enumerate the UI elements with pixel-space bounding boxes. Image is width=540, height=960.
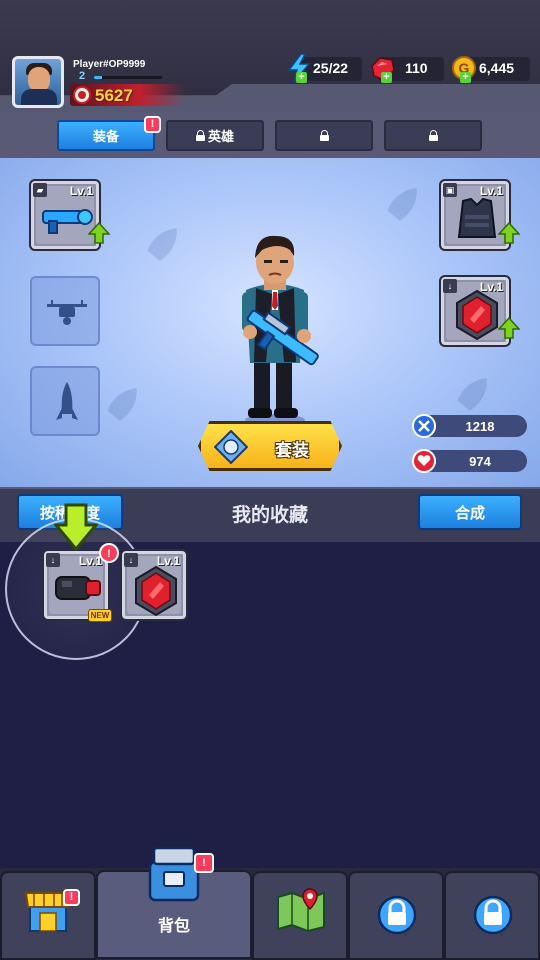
player-level: 2 — [79, 70, 86, 82]
player-avatar[interactable] — [12, 56, 64, 108]
tutorial-pointer-arrow-icon — [54, 503, 98, 551]
vest-icon — [457, 197, 497, 238]
cannon-icon — [55, 576, 101, 600]
upgrade-arrow-icon — [88, 222, 110, 244]
energy-value: 25/22 — [313, 60, 349, 76]
upgrade-arrow-icon — [498, 222, 520, 244]
map-icon — [277, 888, 325, 933]
rocket-bg-icon — [147, 228, 177, 261]
coins-value: 6,445 — [479, 60, 515, 76]
tab-hero[interactable]: 英雄 — [166, 120, 264, 151]
backpack-icon — [148, 846, 200, 902]
upgrade-arrow-icon — [498, 317, 520, 339]
weapon-level: Lv.1 — [69, 184, 93, 198]
alert-badge-icon: ! — [99, 543, 119, 563]
item-type-icon: ↓ — [46, 553, 60, 567]
heart-icon — [412, 449, 436, 473]
weapon-type-icon: ▰ — [33, 183, 47, 197]
nav-shop[interactable] — [0, 871, 96, 960]
gems-value: 110 — [405, 60, 428, 76]
suit-badge-icon — [214, 430, 248, 464]
hero-character[interactable] — [220, 228, 330, 428]
tab-equipment[interactable]: 装备 — [57, 120, 155, 151]
rocket-bg-icon — [387, 188, 417, 221]
tab-locked-4[interactable] — [384, 120, 482, 151]
red-chip-icon — [135, 565, 177, 617]
power-icon — [73, 86, 91, 104]
lock-icon — [377, 895, 417, 935]
nav-backpack-label: 背包 — [157, 918, 190, 935]
blaster-icon — [42, 209, 93, 234]
backpack-badge: ! — [194, 853, 214, 873]
merge-button[interactable]: 合成 — [418, 494, 522, 530]
drone-icon — [47, 300, 87, 325]
lock-icon — [428, 130, 438, 141]
tab-equipment-badge: ! — [144, 116, 161, 133]
hp-value: 974 — [469, 454, 491, 469]
lock-icon — [195, 130, 205, 141]
nav-locked-1[interactable] — [348, 871, 444, 960]
lock-icon — [319, 130, 329, 141]
missile-icon — [56, 382, 78, 420]
lock-icon — [473, 895, 513, 935]
drone-slot[interactable] — [30, 276, 100, 346]
attack-value: 1218 — [465, 419, 495, 434]
coins-plus-icon[interactable]: + — [460, 72, 471, 83]
new-tag: NEW — [88, 609, 112, 622]
player-name: Player#OP9999 — [73, 59, 146, 70]
inventory-item-chip[interactable]: ↓ Lv.1 — [120, 549, 188, 621]
nav-map[interactable] — [252, 871, 348, 960]
gems-plus-icon[interactable]: + — [381, 72, 392, 83]
xp-bar — [94, 76, 162, 79]
tab-hero-label: 英雄 — [207, 129, 234, 144]
power-value: 5627 — [95, 86, 133, 105]
tab-equipment-label: 装备 — [92, 129, 119, 144]
red-chip-icon — [456, 289, 498, 341]
tab-locked-3[interactable] — [275, 120, 373, 151]
energy-plus-icon[interactable]: + — [296, 72, 307, 83]
merge-button-label: 合成 — [454, 504, 485, 522]
missile-slot[interactable] — [30, 366, 100, 436]
crossed-swords-icon — [412, 414, 436, 438]
collection-title: 我的收藏 — [231, 505, 308, 526]
shop-badge: ! — [63, 889, 80, 906]
nav-locked-2[interactable] — [444, 871, 540, 960]
armor-type-icon: ▣ — [443, 183, 457, 197]
svg-text:!: ! — [107, 548, 111, 560]
armor-level: Lv.1 — [479, 184, 503, 198]
suit-button-label: 套装 — [275, 441, 309, 460]
